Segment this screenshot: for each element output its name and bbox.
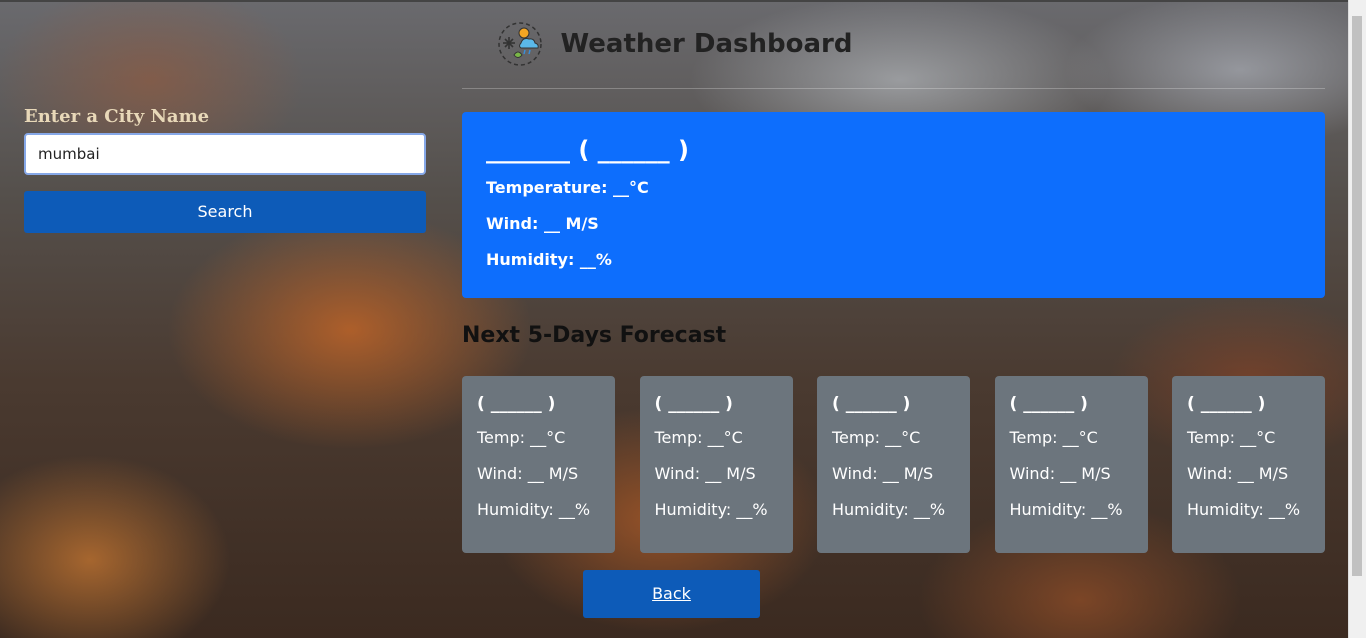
- forecast-date: ( ______ ): [1187, 394, 1266, 414]
- back-button[interactable]: Back: [583, 570, 760, 618]
- page-title: Weather Dashboard: [560, 29, 853, 59]
- header-divider: [462, 88, 1325, 89]
- forecast-humidity: Humidity: __%: [1187, 500, 1301, 519]
- forecast-temp: Temp: __°C: [1187, 428, 1276, 447]
- search-button[interactable]: Search: [24, 191, 426, 233]
- forecast-card: ( ______ ) Temp: __°C Wind: __ M/S Humid…: [462, 376, 615, 553]
- forecast-card: ( ______ ) Temp: __°C Wind: __ M/S Humid…: [1172, 376, 1325, 553]
- forecast-humidity: Humidity: __%: [477, 500, 591, 519]
- search-panel: Enter a City Name Search: [24, 106, 426, 233]
- forecast-humidity: Humidity: __%: [832, 500, 946, 519]
- current-city-date: _______ ( ______ ): [486, 136, 690, 164]
- forecast-date: ( ______ ): [832, 394, 911, 414]
- forecast-heading: Next 5-Days Forecast: [462, 323, 727, 348]
- current-wind: Wind: __ M/S: [486, 214, 599, 233]
- city-search-input[interactable]: [24, 133, 426, 175]
- current-weather-card: _______ ( ______ ) Temperature: __°C Win…: [462, 112, 1325, 298]
- forecast-temp: Temp: __°C: [832, 428, 921, 447]
- page-header: Weather Dashboard: [0, 0, 1349, 88]
- forecast-card: ( ______ ) Temp: __°C Wind: __ M/S Humid…: [639, 376, 793, 553]
- forecast-date: ( ______ ): [654, 394, 733, 414]
- forecast-date: ( ______ ): [1009, 394, 1088, 414]
- scrollbar-thumb[interactable]: [1352, 16, 1362, 576]
- weather-logo-icon: [497, 22, 542, 66]
- forecast-card: ( ______ ) Temp: __°C Wind: __ M/S Humid…: [817, 376, 970, 553]
- forecast-temp: Temp: __°C: [654, 428, 743, 447]
- forecast-humidity: Humidity: __%: [654, 500, 768, 519]
- city-input-label: Enter a City Name: [24, 106, 210, 127]
- forecast-wind: Wind: __ M/S: [477, 464, 579, 483]
- forecast-wind: Wind: __ M/S: [1187, 464, 1289, 483]
- forecast-wind: Wind: __ M/S: [654, 464, 756, 483]
- forecast-temp: Temp: __°C: [477, 428, 566, 447]
- current-humidity: Humidity: __%: [486, 250, 612, 269]
- forecast-temp: Temp: __°C: [1009, 428, 1098, 447]
- forecast-date: ( ______ ): [477, 394, 556, 414]
- forecast-humidity: Humidity: __%: [1009, 500, 1123, 519]
- page-scrollbar[interactable]: [1348, 0, 1366, 638]
- current-temperature: Temperature: __°C: [486, 178, 649, 197]
- forecast-wind: Wind: __ M/S: [1009, 464, 1111, 483]
- forecast-cards: ( ______ ) Temp: __°C Wind: __ M/S Humid…: [462, 376, 1325, 553]
- forecast-wind: Wind: __ M/S: [832, 464, 934, 483]
- forecast-card: ( ______ ) Temp: __°C Wind: __ M/S Humid…: [994, 376, 1148, 553]
